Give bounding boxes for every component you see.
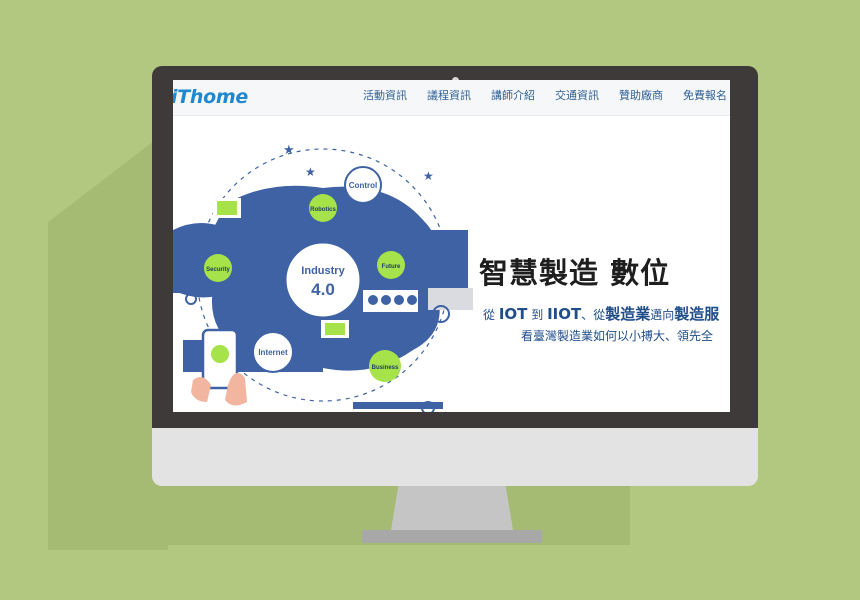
ithome-logo[interactable]: iThome	[173, 86, 248, 108]
control-bubble-label: Control	[349, 181, 377, 190]
monitor-stand-neck	[391, 486, 513, 530]
security-bubble-label: Security	[206, 267, 230, 273]
subtitle-part-from2: 、從	[581, 308, 606, 322]
register-label: 免費報名	[683, 90, 727, 102]
nav-menu: 活動資訊 議程資訊 講師介紹 交通資訊 贊助廠商 免費報名 ▾	[363, 87, 730, 103]
subtitle-manufacturing: 製造業	[605, 305, 651, 323]
nav-item-speakers[interactable]: 講師介紹	[491, 87, 535, 103]
subtitle-part-to: 到	[531, 308, 544, 322]
future-bubble-label: Future	[382, 264, 401, 270]
subtitle-manufacturing-service: 製造服	[674, 305, 720, 323]
subtitle-iiot: IIOT	[547, 305, 582, 323]
nav-item-transportation[interactable]: 交通資訊	[555, 87, 599, 103]
hero-tagline: 看臺灣製造業如何以小搏大、領先全	[521, 329, 714, 343]
svg-text:★: ★	[423, 169, 434, 183]
nav-item-agenda[interactable]: 議程資訊	[427, 87, 471, 103]
nav-item-register[interactable]: 免費報名 ▾	[683, 87, 730, 103]
industry-4-illustration: Industry 4.0 Control Robotics Security F…	[173, 143, 473, 412]
subtitle-part-toward: 邁向	[650, 308, 675, 322]
business-bubble-label: Business	[372, 365, 399, 371]
website-screen: iThome 活動資訊 議程資訊 講師介紹 交通資訊 贊助廠商 免費報名 ▾ I…	[173, 80, 730, 412]
nav-item-sponsors[interactable]: 贊助廠商	[619, 87, 663, 103]
nav-item-activity-info[interactable]: 活動資訊	[363, 87, 407, 103]
industry-version-label: 4.0	[311, 280, 335, 299]
svg-text:★: ★	[283, 143, 295, 158]
subtitle-part-from: 從	[483, 308, 496, 322]
subtitle-iot: IOT	[498, 305, 528, 323]
monitor-stand-base	[362, 530, 542, 543]
hero-subtitle: 從 IOT 到 IIOT、從製造業邁向製造服	[483, 303, 719, 324]
monitor-chin	[152, 428, 758, 486]
svg-text:★: ★	[305, 165, 316, 179]
site-navbar: iThome 活動資訊 議程資訊 講師介紹 交通資訊 贊助廠商 免費報名 ▾	[173, 80, 730, 116]
hero-title: 智慧製造 數位	[479, 256, 671, 290]
internet-bubble-label: Internet	[258, 348, 288, 357]
industry-label: Industry	[301, 265, 345, 277]
robotics-bubble-label: Robotics	[310, 207, 336, 213]
